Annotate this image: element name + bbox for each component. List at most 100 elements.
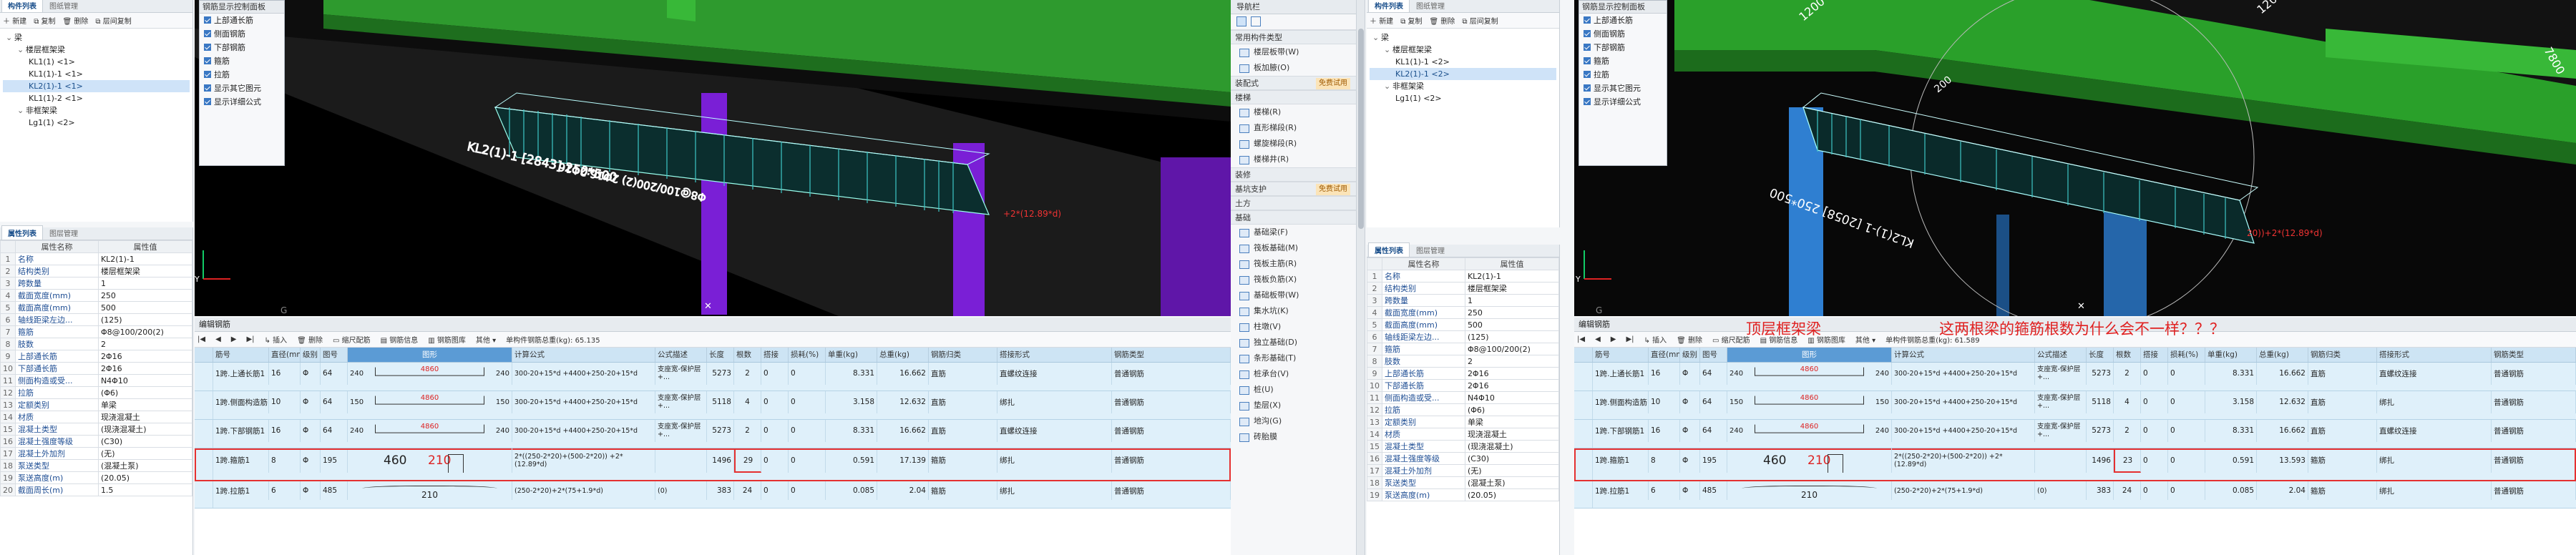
total-weight-cell[interactable]: 12.632 [2257,391,2308,413]
left-tree-node[interactable]: ⌄ 楼层框架梁 [3,44,190,56]
rebar-column-header[interactable]: 搭接形式 [2377,348,2492,362]
length-cell[interactable]: 5118 [707,391,734,413]
property-value[interactable]: (20.05) [1464,488,1560,501]
rebar-column-header[interactable]: 直径(mm) [1649,348,1680,362]
formula-cell[interactable]: 2*((250-2*20)+(500-2*20)) +2*(12.89*d) [512,448,655,473]
rebar-shape-cell[interactable]: 240 4860 240 [1727,363,1892,385]
checkbox-checked-icon[interactable] [1584,84,1591,92]
rebar-column-header[interactable]: 钢筋归类 [929,348,997,362]
figure-number-cell[interactable]: 195 [1700,448,1727,473]
property-value[interactable]: 2Φ16 [1464,379,1560,392]
total-weight-cell[interactable]: 13.593 [2257,448,2308,473]
rebar-type-cell[interactable]: 普通钢筋 [1112,448,1231,473]
category-cell[interactable]: 直筋 [2308,420,2377,442]
scale-rebar-button[interactable]: ▭ 缩尺配筋 [333,334,371,345]
left-property-row[interactable]: 17 混凝土外加剂 (无) [0,447,193,460]
count-cell[interactable]: 2 [2114,420,2141,442]
grade-cell[interactable]: Φ [301,420,321,442]
property-value[interactable]: 1 [1464,294,1560,307]
formula-desc-cell[interactable]: (0) [655,481,707,500]
loss-cell[interactable]: 0 [2168,391,2205,413]
category-cell[interactable]: 直筋 [2308,391,2377,413]
nav-section-header[interactable]: 土方 [1231,196,1356,210]
rebar-column-header[interactable]: 根数 [2114,348,2141,362]
left-tree-node[interactable]: Lg1(1) <2> [3,117,190,129]
right-scale-rebar-button[interactable]: ▭ 缩尺配筋 [1712,334,1750,345]
lap-form-cell[interactable]: 直螺纹连接 [2377,420,2492,442]
diameter-cell[interactable]: 10 [1649,391,1680,413]
right-copy-button[interactable]: ⧉ 复制 [1400,15,1422,26]
checkbox-checked-icon[interactable] [204,98,211,105]
nav-section-header[interactable]: 楼梯 [1231,90,1356,104]
lap-cell[interactable]: 0 [2141,420,2168,442]
checkbox-checked-icon[interactable] [1584,71,1591,78]
rebar-column-header[interactable]: 图形 [348,348,512,362]
property-value[interactable]: Φ8@100/200(2) [97,325,193,338]
formula-desc-cell[interactable]: 支座宽-保护层+... [655,420,707,442]
display-option-checkbox[interactable]: 箍筋 [1579,54,1667,68]
right-tree-node[interactable]: KL1(1)-1 <2> [1370,56,1556,68]
left-property-row[interactable]: 20 截面周长(m) 1.5 [0,483,193,496]
lap-form-cell[interactable]: 直螺纹连接 [997,363,1112,385]
nav-item[interactable]: 基础板带(W) [1231,288,1356,303]
right-delete-rebar-button[interactable]: 🗑 删除 [1677,334,1702,345]
nav-item[interactable]: 柱墩(V) [1231,319,1356,335]
display-option-checkbox[interactable]: 拉筋 [1579,68,1667,82]
nav-section-header[interactable]: 常用构件类型 [1231,30,1356,44]
rebar-column-header[interactable]: 搭接 [2141,348,2168,362]
length-cell[interactable]: 5273 [707,363,734,385]
formula-desc-cell[interactable] [655,448,707,473]
property-value[interactable]: 单梁 [97,398,193,411]
right-tree-node[interactable]: ⌄ 楼层框架梁 [1370,44,1556,56]
length-cell[interactable]: 5273 [2087,363,2114,385]
checkbox-checked-icon[interactable] [204,44,211,51]
nav-item[interactable]: 楼层板带(W) [1231,44,1356,60]
loss-cell[interactable]: 0 [789,448,826,473]
left-property-row[interactable]: 13 定额类别 单梁 [0,398,193,411]
rebar-shape-cell[interactable]: 460 210 [1727,448,1892,473]
diameter-cell[interactable]: 8 [1649,448,1680,473]
right-property-row[interactable]: 12 拉筋 (Φ6) [1367,403,1560,416]
right-nav-first-icon[interactable]: |◀ [1577,335,1585,343]
left-property-row[interactable]: 15 混凝土类型 (现浇混凝土) [0,423,193,436]
nav-item[interactable]: 螺旋梯段(R) [1231,136,1356,152]
diameter-cell[interactable]: 6 [269,481,301,500]
new-button[interactable]: ＋ 新建 [3,15,26,26]
rebar-type-cell[interactable]: 普通钢筋 [1112,363,1231,385]
nav-item[interactable]: 桩(U) [1231,382,1356,398]
rebar-column-header[interactable]: 根数 [734,348,761,362]
nav-item[interactable]: 集水坑(K) [1231,303,1356,319]
nav-section-header[interactable]: 装修 [1231,167,1356,182]
nav-section-header[interactable]: 基坑支护 免费试用 [1231,182,1356,196]
length-cell[interactable]: 5273 [2087,420,2114,442]
rebar-column-header[interactable]: 钢筋类型 [1112,348,1231,362]
expand-chevron-icon[interactable]: ⌄ [17,44,26,56]
formula-cell[interactable]: 300-20+15*d +4400+250-20+15*d [512,420,655,442]
nav-item[interactable]: 基础梁(F) [1231,225,1356,240]
total-weight-cell[interactable]: 17.139 [877,448,929,473]
loss-cell[interactable]: 0 [789,420,826,442]
length-cell[interactable]: 1496 [2087,448,2114,473]
total-weight-cell[interactable]: 2.04 [877,481,929,500]
lap-form-cell[interactable]: 绑扎 [2377,481,2492,500]
expand-chevron-icon[interactable]: ⌄ [6,31,14,44]
checkbox-checked-icon[interactable] [1584,30,1591,37]
rebar-id-cell[interactable]: 1跨.拉筋1 [213,481,269,500]
right-property-row[interactable]: 11 侧面构造或受... N4Φ10 [1367,391,1560,404]
property-value[interactable]: (现浇混凝土) [1464,440,1560,453]
left-property-row[interactable]: 12 拉筋 (Φ6) [0,386,193,399]
expand-chevron-icon[interactable]: ⌄ [1384,80,1392,92]
rebar-type-cell[interactable]: 普通钢筋 [2492,391,2576,413]
loss-cell[interactable]: 0 [789,363,826,385]
lap-cell[interactable]: 0 [761,420,789,442]
loss-cell[interactable]: 0 [2168,448,2205,473]
property-value[interactable]: (Φ6) [1464,403,1560,416]
property-value[interactable]: 2 [1464,355,1560,368]
rebar-column-header[interactable]: 总重(kg) [877,348,929,362]
nav-item[interactable]: 垫层(X) [1231,398,1356,413]
rebar-column-header[interactable]: 筋号 [1593,348,1649,362]
unit-weight-cell[interactable]: 8.331 [826,420,877,442]
rebar-row[interactable]: 1跨.箍筋1 8 Φ 195 460 210 2*((250-2*20)+(500-2*20… [1574,448,2576,481]
grade-cell[interactable]: Φ [1680,448,1700,473]
lap-cell[interactable]: 0 [761,363,789,385]
